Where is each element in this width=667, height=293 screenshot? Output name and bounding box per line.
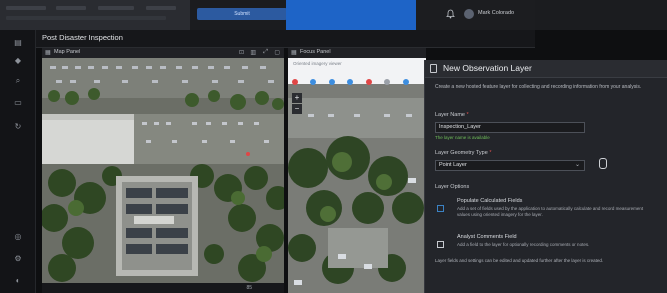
option-analyst-comments[interactable]: Analyst Comments Field Add a field to th… — [435, 234, 663, 260]
aerial-map[interactable] — [42, 58, 284, 283]
refresh-icon[interactable]: ↻ — [11, 120, 25, 134]
map-footer: 85 — [42, 283, 284, 293]
analyst-comments-checkbox[interactable] — [437, 241, 444, 248]
layer-name-hint: The layer name is available — [435, 135, 490, 140]
submit-button[interactable]: Submit — [197, 8, 287, 20]
zoom-controls: + − — [292, 93, 302, 115]
focus-panel: ▦ Focus Panel Oriented imagery viewer + … — [288, 48, 426, 293]
page-title: Post Disaster Inspection — [42, 33, 123, 42]
footnote: Layer fields and settings can be edited … — [435, 258, 604, 263]
user-name[interactable]: Mark Colorado — [478, 10, 514, 16]
populate-fields-checkbox[interactable] — [437, 205, 444, 212]
layers-icon[interactable]: ▤ — [11, 36, 25, 50]
new-observation-layer-panel: New Observation Layer Create a new hoste… — [424, 60, 667, 293]
imagery-toolbar: Oriented imagery viewer — [288, 58, 426, 85]
panel-title: New Observation Layer — [443, 63, 532, 73]
tool-dot-icon[interactable] — [402, 79, 409, 85]
chevron-down-icon: ⌄ — [574, 162, 580, 168]
imagery-search[interactable]: Oriented imagery viewer — [293, 61, 342, 66]
tool-dot-icon[interactable] — [292, 79, 298, 85]
layer-name-label: Layer Name * — [435, 112, 469, 118]
option-description: Add a field to the layer for optionally … — [457, 242, 590, 247]
tool-dot-icon[interactable] — [384, 79, 391, 85]
panel-body: Create a new hosted feature layer for co… — [435, 84, 663, 263]
map-panel-title: Map Panel — [54, 49, 81, 55]
stack-icon[interactable]: ◆ — [11, 54, 25, 68]
expand-icon[interactable]: ⤢ — [263, 49, 268, 56]
layer-name-input[interactable]: Inspection_Layer — [435, 122, 585, 133]
panel-description: Create a new hosted feature layer for co… — [435, 84, 642, 90]
split-icon[interactable]: ▥ — [250, 49, 256, 56]
option-populate-fields[interactable]: Populate Calculated Fields Add a set of … — [435, 198, 663, 228]
desktop-background — [286, 0, 416, 34]
tool-dot-icon[interactable] — [328, 79, 335, 85]
oriented-imagery[interactable] — [288, 58, 426, 293]
close-icon[interactable]: ▢ — [274, 49, 280, 56]
zoom-in-button[interactable]: + — [292, 93, 302, 103]
option-description: Add a set of fields used by the applicat… — [457, 206, 644, 217]
bell-icon[interactable] — [446, 9, 456, 19]
option-title: Analyst Comments Field — [457, 234, 517, 240]
document-icon — [430, 64, 437, 73]
focus-panel-icon: ▦ — [291, 50, 297, 56]
focus-panel-header: ▦ Focus Panel — [288, 48, 426, 58]
tool-dot-icon[interactable] — [310, 79, 317, 85]
left-rail: ▤ ◆ ⌕ ▭ ↻ ◎ ⚙ ◐ — [0, 30, 36, 293]
search-icon[interactable]: ⌕ — [11, 74, 25, 88]
globe-icon[interactable]: ◎ — [11, 230, 25, 244]
map-panel-header: ▦ Map Panel ⊡ ▥ ⤢ ▢ — [42, 48, 284, 58]
scale-readout: 85 — [246, 285, 252, 291]
settings-icon[interactable]: ⚙ — [11, 252, 25, 266]
imagery-tools — [292, 72, 417, 90]
pin-icon[interactable]: ⊡ — [239, 49, 244, 56]
panel-header: New Observation Layer — [425, 60, 667, 78]
background-toolbar — [0, 0, 190, 30]
mouse-cursor-icon — [599, 158, 607, 169]
geometry-type-select[interactable]: Point Layer ⌄ — [435, 160, 585, 171]
theme-icon[interactable]: ◐ — [11, 274, 25, 288]
geometry-type-label: Layer Geometry Type * — [435, 150, 492, 156]
map-panel: ▦ Map Panel ⊡ ▥ ⤢ ▢ 85 — [42, 48, 284, 293]
focus-panel-title: Focus Panel — [300, 49, 331, 55]
zoom-out-button[interactable]: − — [292, 104, 302, 114]
folder-icon[interactable]: ▭ — [11, 96, 25, 110]
tool-dot-icon[interactable] — [347, 79, 354, 85]
user-bar: Mark Colorado — [416, 0, 535, 30]
app-header: Post Disaster Inspection — [0, 30, 535, 48]
layer-options-label: Layer Options — [435, 184, 470, 190]
avatar[interactable] — [464, 9, 474, 19]
tool-dot-icon[interactable] — [365, 79, 372, 85]
map-panel-icon: ▦ — [45, 50, 51, 56]
option-title: Populate Calculated Fields — [457, 198, 523, 204]
